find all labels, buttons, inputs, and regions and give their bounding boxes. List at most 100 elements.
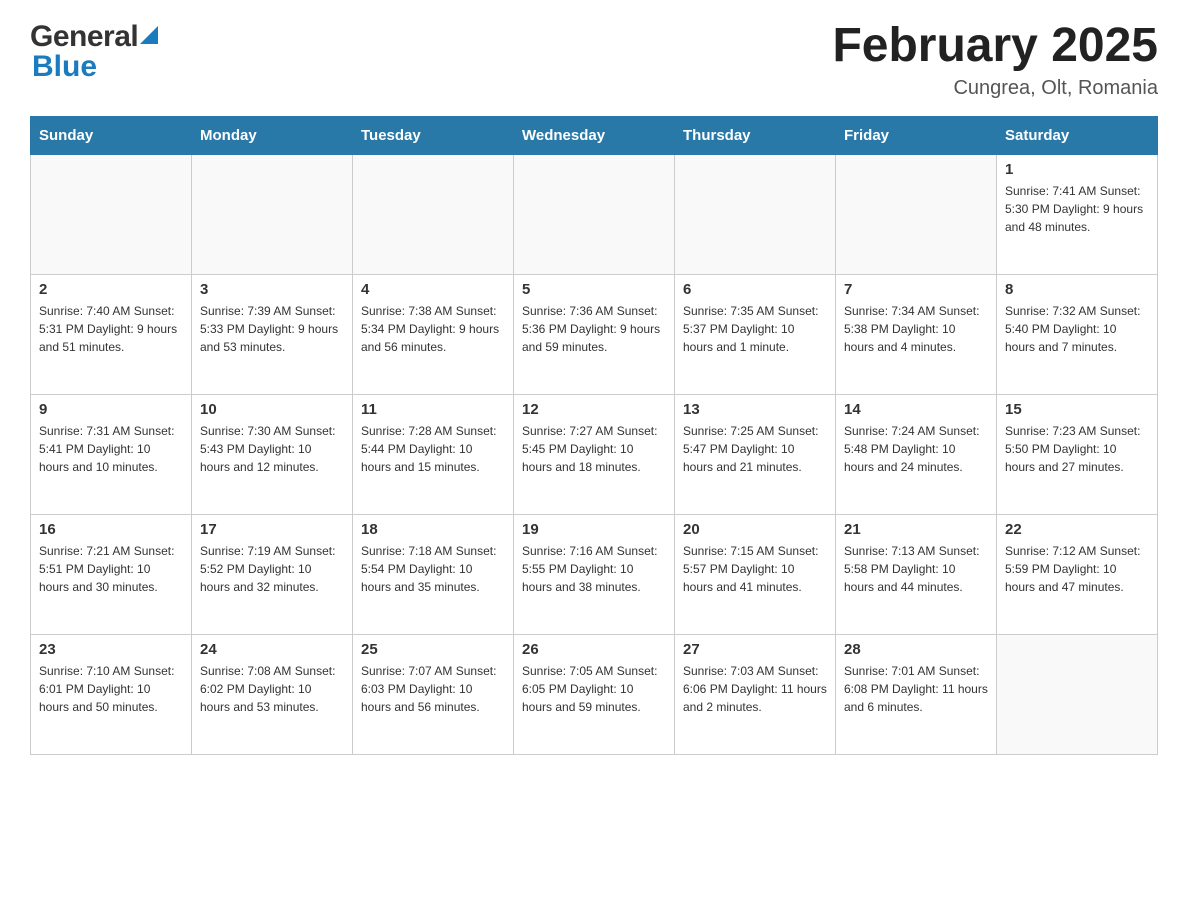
day-info: Sunrise: 7:31 AM Sunset: 5:41 PM Dayligh… [39,422,183,476]
day-number: 24 [200,641,344,658]
calendar-cell: 27Sunrise: 7:03 AM Sunset: 6:06 PM Dayli… [675,634,836,754]
calendar-cell: 25 Sunrise: 7:07 AM Sunset: 6:03 PM Dayli… [353,634,514,754]
calendar-week-row: 23 Sunrise: 7:10 AM Sunset: 6:01 PM Dayli… [31,634,1158,754]
calendar-week-row: 9 Sunrise: 7:31 AM Sunset: 5:41 PM Daylig… [31,394,1158,514]
calendar-cell: 20 Sunrise: 7:15 AM Sunset: 5:57 PM Dayli… [675,514,836,634]
day-info: Sunrise: 7:34 AM Sunset: 5:38 PM Dayligh… [844,302,988,356]
title-block: February 2025 Cungrea, Olt, Romania [832,20,1158,100]
day-number: 20 [683,521,827,538]
weekday-header-thursday: Thursday [675,116,836,154]
calendar-cell: 15 Sunrise: 7:23 AM Sunset: 5:50 PM Dayli… [997,394,1158,514]
calendar-cell: 6Sunrise: 7:35 AM Sunset: 5:37 PM Daylig… [675,274,836,394]
calendar-cell: 12 Sunrise: 7:27 AM Sunset: 5:45 PM Dayli… [514,394,675,514]
month-title: February 2025 [832,20,1158,73]
day-info: Sunrise: 7:10 AM Sunset: 6:01 PM Dayligh… [39,662,183,716]
day-info: Sunrise: 7:40 AM Sunset: 5:31 PM Dayligh… [39,302,183,356]
day-number: 22 [1005,521,1149,538]
day-number: 17 [200,521,344,538]
logo-general-text: General [30,20,138,54]
calendar-cell: 8 Sunrise: 7:32 AM Sunset: 5:40 PM Daylig… [997,274,1158,394]
calendar-cell: 4 Sunrise: 7:38 AM Sunset: 5:34 PM Daylig… [353,274,514,394]
calendar-cell: 1 Sunrise: 7:41 AM Sunset: 5:30 PM Daylig… [997,154,1158,274]
calendar-cell: 17 Sunrise: 7:19 AM Sunset: 5:52 PM Dayli… [192,514,353,634]
calendar-cell: 2 Sunrise: 7:40 AM Sunset: 5:31 PM Daylig… [31,274,192,394]
day-info: Sunrise: 7:36 AM Sunset: 5:36 PM Dayligh… [522,302,666,356]
day-number: 15 [1005,401,1149,418]
day-info: Sunrise: 7:19 AM Sunset: 5:52 PM Dayligh… [200,542,344,596]
calendar-week-row: 1 Sunrise: 7:41 AM Sunset: 5:30 PM Daylig… [31,154,1158,274]
calendar-cell: 14Sunrise: 7:24 AM Sunset: 5:48 PM Dayli… [836,394,997,514]
day-number: 21 [844,521,988,538]
day-number: 19 [522,521,666,538]
weekday-header-sunday: Sunday [31,116,192,154]
day-info: Sunrise: 7:39 AM Sunset: 5:33 PM Dayligh… [200,302,344,356]
day-number: 23 [39,641,183,658]
calendar-table: SundayMondayTuesdayWednesdayThursdayFrid… [30,116,1158,755]
weekday-header-tuesday: Tuesday [353,116,514,154]
calendar-cell: 24 Sunrise: 7:08 AM Sunset: 6:02 PM Dayli… [192,634,353,754]
calendar-cell: 23 Sunrise: 7:10 AM Sunset: 6:01 PM Dayli… [31,634,192,754]
calendar-cell [192,154,353,274]
day-info: Sunrise: 7:15 AM Sunset: 5:57 PM Dayligh… [683,542,827,596]
day-info: Sunrise: 7:21 AM Sunset: 5:51 PM Dayligh… [39,542,183,596]
calendar-cell [514,154,675,274]
day-number: 27 [683,641,827,658]
calendar-cell: 28Sunrise: 7:01 AM Sunset: 6:08 PM Dayli… [836,634,997,754]
calendar-cell: 22 Sunrise: 7:12 AM Sunset: 5:59 PM Dayli… [997,514,1158,634]
calendar-cell: 10 Sunrise: 7:30 AM Sunset: 5:43 PM Dayli… [192,394,353,514]
day-info: Sunrise: 7:01 AM Sunset: 6:08 PM Dayligh… [844,662,988,716]
day-info: Sunrise: 7:23 AM Sunset: 5:50 PM Dayligh… [1005,422,1149,476]
weekday-header-saturday: Saturday [997,116,1158,154]
calendar-week-row: 16Sunrise: 7:21 AM Sunset: 5:51 PM Dayli… [31,514,1158,634]
day-number: 9 [39,401,183,418]
day-number: 6 [683,281,827,298]
calendar-cell: 26 Sunrise: 7:05 AM Sunset: 6:05 PM Dayli… [514,634,675,754]
day-info: Sunrise: 7:27 AM Sunset: 5:45 PM Dayligh… [522,422,666,476]
calendar-cell: 18Sunrise: 7:18 AM Sunset: 5:54 PM Dayli… [353,514,514,634]
calendar-cell [997,634,1158,754]
logo: General Blue [30,20,158,84]
day-info: Sunrise: 7:13 AM Sunset: 5:58 PM Dayligh… [844,542,988,596]
calendar-cell [31,154,192,274]
day-number: 25 [361,641,505,658]
calendar-cell: 11 Sunrise: 7:28 AM Sunset: 5:44 PM Dayli… [353,394,514,514]
calendar-header: SundayMondayTuesdayWednesdayThursdayFrid… [31,116,1158,154]
day-info: Sunrise: 7:08 AM Sunset: 6:02 PM Dayligh… [200,662,344,716]
calendar-cell: 7Sunrise: 7:34 AM Sunset: 5:38 PM Daylig… [836,274,997,394]
calendar-cell: 13Sunrise: 7:25 AM Sunset: 5:47 PM Dayli… [675,394,836,514]
day-info: Sunrise: 7:30 AM Sunset: 5:43 PM Dayligh… [200,422,344,476]
day-number: 2 [39,281,183,298]
day-info: Sunrise: 7:12 AM Sunset: 5:59 PM Dayligh… [1005,542,1149,596]
day-info: Sunrise: 7:38 AM Sunset: 5:34 PM Dayligh… [361,302,505,356]
day-number: 8 [1005,281,1149,298]
calendar-cell [836,154,997,274]
day-number: 5 [522,281,666,298]
day-info: Sunrise: 7:28 AM Sunset: 5:44 PM Dayligh… [361,422,505,476]
day-number: 10 [200,401,344,418]
day-info: Sunrise: 7:05 AM Sunset: 6:05 PM Dayligh… [522,662,666,716]
calendar-body: 1 Sunrise: 7:41 AM Sunset: 5:30 PM Daylig… [31,154,1158,754]
day-number: 18 [361,521,505,538]
calendar-cell: 19 Sunrise: 7:16 AM Sunset: 5:55 PM Dayli… [514,514,675,634]
day-info: Sunrise: 7:32 AM Sunset: 5:40 PM Dayligh… [1005,302,1149,356]
day-info: Sunrise: 7:07 AM Sunset: 6:03 PM Dayligh… [361,662,505,716]
day-number: 26 [522,641,666,658]
day-info: Sunrise: 7:41 AM Sunset: 5:30 PM Dayligh… [1005,182,1149,236]
day-number: 14 [844,401,988,418]
calendar-cell: 5 Sunrise: 7:36 AM Sunset: 5:36 PM Daylig… [514,274,675,394]
calendar-cell: 21 Sunrise: 7:13 AM Sunset: 5:58 PM Dayli… [836,514,997,634]
calendar-cell: 3 Sunrise: 7:39 AM Sunset: 5:33 PM Daylig… [192,274,353,394]
day-number: 13 [683,401,827,418]
weekday-header-row: SundayMondayTuesdayWednesdayThursdayFrid… [31,116,1158,154]
day-number: 11 [361,401,505,418]
day-number: 12 [522,401,666,418]
calendar-week-row: 2 Sunrise: 7:40 AM Sunset: 5:31 PM Daylig… [31,274,1158,394]
calendar-cell [353,154,514,274]
day-number: 4 [361,281,505,298]
calendar-cell: 16Sunrise: 7:21 AM Sunset: 5:51 PM Dayli… [31,514,192,634]
location-subtitle: Cungrea, Olt, Romania [832,77,1158,100]
day-number: 3 [200,281,344,298]
weekday-header-wednesday: Wednesday [514,116,675,154]
day-number: 1 [1005,161,1149,178]
day-info: Sunrise: 7:16 AM Sunset: 5:55 PM Dayligh… [522,542,666,596]
